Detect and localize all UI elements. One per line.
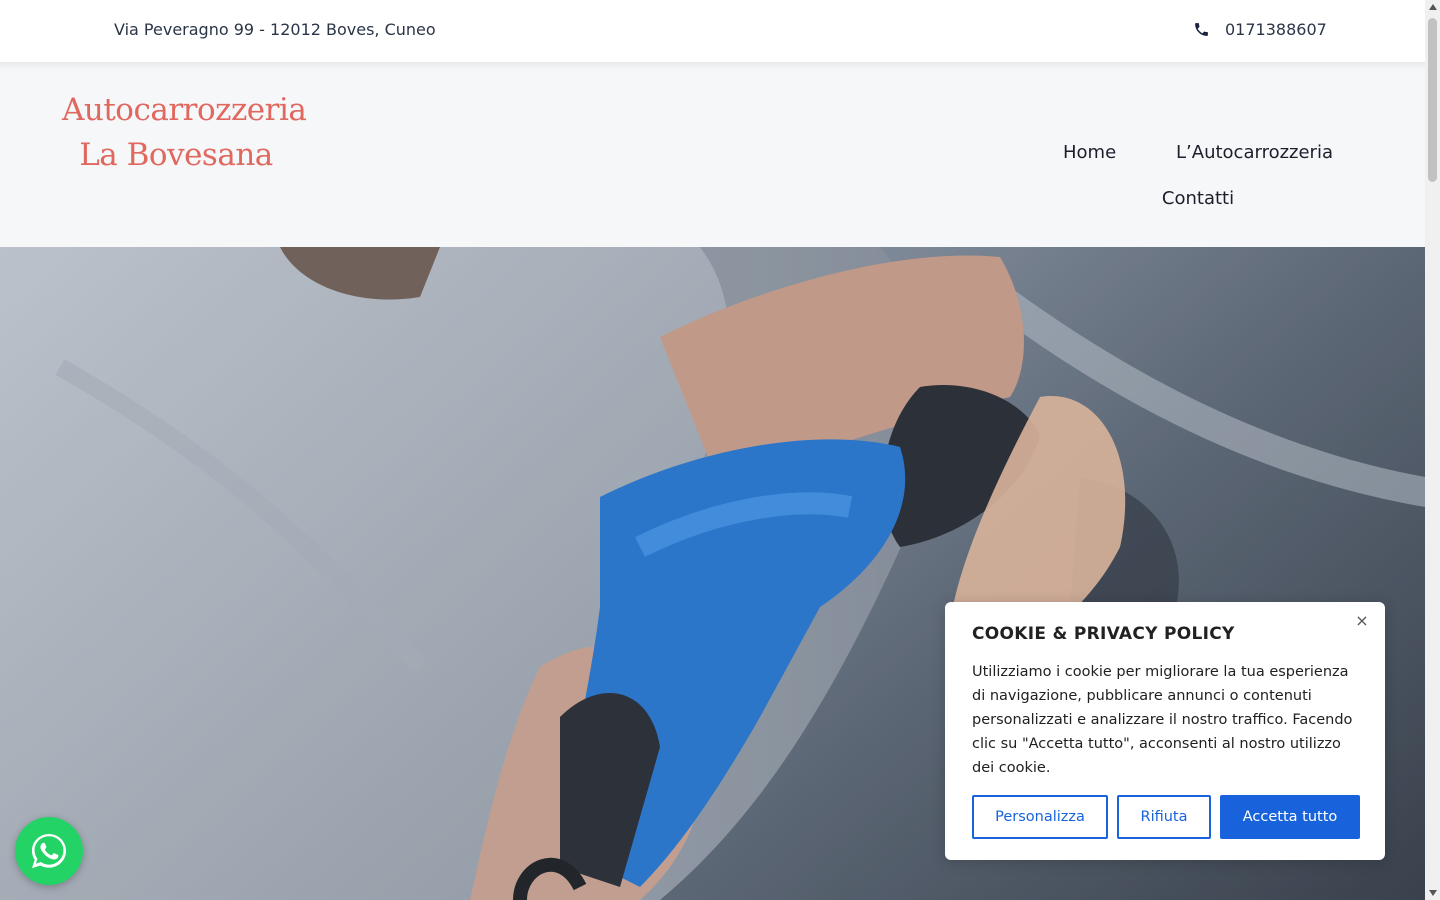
cookie-buttons: Personalizza Rifiuta Accetta tutto	[972, 795, 1360, 839]
logo-line-1: Autocarrozzeria	[62, 92, 307, 128]
customize-button[interactable]: Personalizza	[972, 795, 1108, 839]
site-header: Autocarrozzeria La Bovesana Home L’Autoc…	[0, 62, 1425, 247]
top-info-bar: Via Peveragno 99 - 12012 Boves, Cuneo 01…	[0, 0, 1425, 62]
nav-item-home[interactable]: Home	[1063, 142, 1116, 163]
whatsapp-button[interactable]	[15, 817, 83, 885]
cookie-consent-dialog: × COOKIE & PRIVACY POLICY Utilizziamo i …	[945, 602, 1385, 860]
close-icon[interactable]: ×	[1353, 612, 1371, 630]
phone-link[interactable]: 0171388607	[1193, 20, 1327, 39]
site-logo[interactable]: Autocarrozzeria La Bovesana	[62, 88, 307, 178]
whatsapp-icon	[31, 833, 67, 869]
phone-number: 0171388607	[1225, 20, 1327, 39]
nav-item-contatti[interactable]: Contatti	[1162, 188, 1234, 209]
reject-button[interactable]: Rifiuta	[1117, 795, 1211, 839]
cookie-title: COOKIE & PRIVACY POLICY	[972, 624, 1235, 644]
scroll-up-icon[interactable]	[1429, 4, 1437, 10]
phone-icon	[1195, 23, 1208, 36]
cookie-text: Utilizziamo i cookie per migliorare la t…	[972, 664, 1353, 776]
nav-item-autocarrozzeria[interactable]: L’Autocarrozzeria	[1176, 142, 1333, 163]
scrollbar-thumb[interactable]	[1428, 18, 1437, 182]
page-scrollbar[interactable]	[1425, 0, 1440, 900]
main-navigation: Home L’Autocarrozzeria Contatti	[1063, 142, 1333, 209]
scroll-down-icon[interactable]	[1429, 890, 1437, 896]
accept-all-button[interactable]: Accetta tutto	[1220, 795, 1360, 839]
logo-line-2: La Bovesana	[79, 137, 273, 173]
address-text: Via Peveragno 99 - 12012 Boves, Cuneo	[114, 20, 436, 39]
